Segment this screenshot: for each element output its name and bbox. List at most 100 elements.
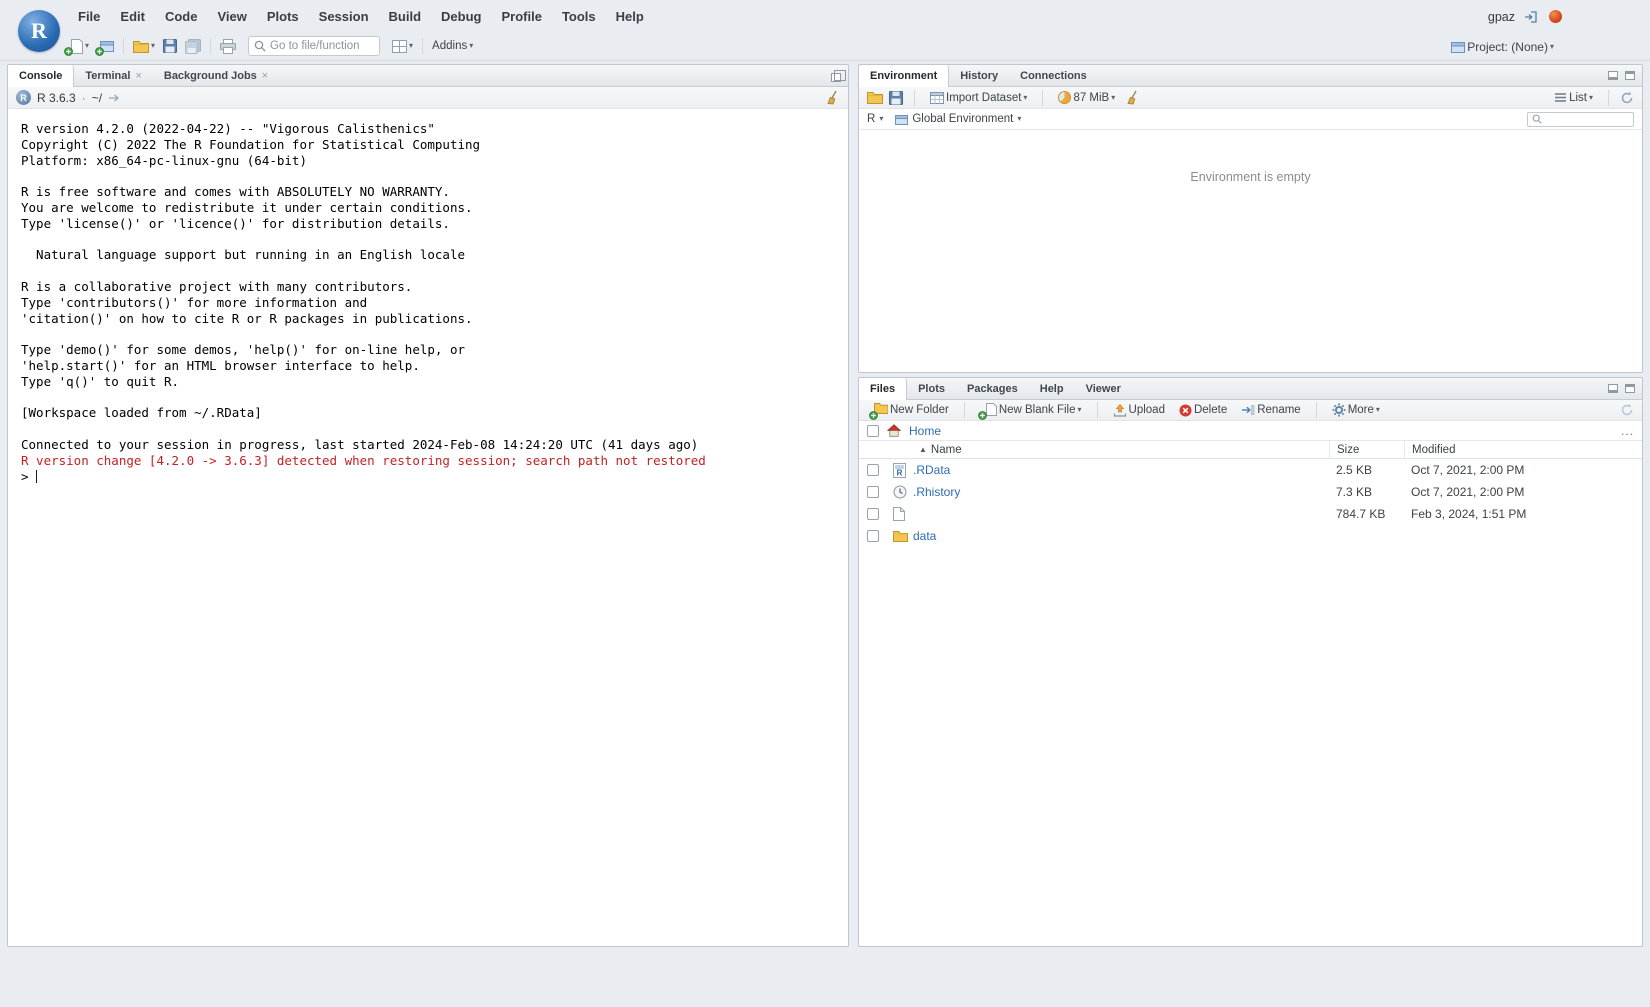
column-header-size[interactable]: Size bbox=[1329, 441, 1404, 458]
rename-button[interactable]: Rename bbox=[1237, 398, 1304, 422]
files-tab-files[interactable]: Files bbox=[859, 378, 907, 400]
row-checkbox[interactable] bbox=[867, 530, 879, 542]
new-project-icon bbox=[97, 39, 114, 54]
minimize-pane-icon[interactable] bbox=[1608, 71, 1618, 80]
column-header-modified[interactable]: Modified bbox=[1404, 441, 1642, 458]
save-button[interactable] bbox=[159, 34, 181, 58]
new-blank-file-button[interactable]: New Blank File ▾ bbox=[976, 398, 1086, 422]
file-name-link[interactable]: .RData bbox=[913, 463, 1329, 477]
print-button[interactable] bbox=[216, 34, 240, 58]
breadcrumb-home-link[interactable]: Home bbox=[909, 424, 941, 438]
close-icon[interactable]: × bbox=[262, 70, 268, 82]
new-folder-button[interactable]: New Folder bbox=[867, 398, 953, 422]
column-header-name[interactable]: ▲ Name bbox=[913, 444, 1329, 456]
file-modified: Oct 7, 2021, 2:00 PM bbox=[1404, 463, 1642, 477]
new-folder-label: New Folder bbox=[890, 404, 949, 416]
refresh-icon[interactable] bbox=[1620, 403, 1634, 417]
new-file-icon bbox=[66, 39, 83, 54]
refresh-icon[interactable] bbox=[1620, 91, 1634, 105]
select-all-checkbox[interactable] bbox=[867, 425, 879, 437]
chevron-down-icon: ▾ bbox=[1550, 43, 1554, 51]
save-workspace-icon[interactable] bbox=[889, 91, 903, 105]
maximize-pane-icon[interactable] bbox=[1625, 71, 1635, 80]
menu-build[interactable]: Build bbox=[379, 0, 432, 33]
environment-tab-environment[interactable]: Environment bbox=[859, 65, 949, 87]
tab-label: Connections bbox=[1020, 70, 1087, 82]
rename-icon bbox=[1241, 404, 1255, 416]
minimize-pane-icon[interactable] bbox=[1608, 384, 1618, 393]
menu-edit[interactable]: Edit bbox=[110, 0, 155, 33]
environment-empty-message: Environment is empty bbox=[859, 170, 1642, 184]
goto-file-input[interactable] bbox=[270, 40, 374, 52]
more-button[interactable]: More ▾ bbox=[1328, 398, 1384, 422]
menu-plots[interactable]: Plots bbox=[257, 0, 309, 33]
global-env-cube-icon bbox=[895, 113, 908, 125]
environment-selector[interactable]: Global Environment ▾ bbox=[895, 113, 1021, 125]
sign-out-icon[interactable] bbox=[1524, 10, 1540, 24]
clear-environment-icon[interactable] bbox=[1125, 90, 1140, 105]
open-file-button[interactable]: ▾ bbox=[129, 34, 159, 58]
delete-button[interactable]: Delete bbox=[1175, 398, 1231, 422]
console-prompt-line[interactable]: > bbox=[21, 469, 840, 485]
row-checkbox[interactable] bbox=[867, 486, 879, 498]
console-tab-terminal[interactable]: Terminal × bbox=[74, 65, 152, 86]
files-tab-plots[interactable]: Plots bbox=[907, 378, 956, 399]
rhistory-icon bbox=[893, 485, 913, 499]
console-prompt: > bbox=[21, 469, 29, 485]
import-dataset-button[interactable]: Import Dataset ▾ bbox=[926, 86, 1031, 110]
file-modified: Feb 3, 2024, 1:51 PM bbox=[1404, 507, 1642, 521]
tab-label: Viewer bbox=[1086, 383, 1121, 395]
menubar-right: gpaz bbox=[1488, 0, 1562, 33]
upload-button[interactable]: Upload bbox=[1109, 398, 1169, 422]
file-name-link[interactable]: data bbox=[913, 529, 1329, 543]
console-line: Type 'demo()' for some demos, 'help()' f… bbox=[21, 342, 840, 358]
menu-debug[interactable]: Debug bbox=[431, 0, 491, 33]
environment-tab-connections[interactable]: Connections bbox=[1009, 65, 1098, 86]
rstudio-logo: R bbox=[18, 10, 60, 52]
path-overflow-button[interactable]: ... bbox=[1621, 424, 1634, 438]
console-output[interactable]: R version 4.2.0 (2022-04-22) -- "Vigorou… bbox=[8, 109, 848, 946]
row-checkbox[interactable] bbox=[867, 464, 879, 476]
save-all-button[interactable] bbox=[181, 34, 205, 58]
dataset-table-icon bbox=[930, 92, 944, 104]
addins-button[interactable]: Addins ▾ bbox=[428, 34, 477, 58]
files-tab-help[interactable]: Help bbox=[1029, 378, 1075, 399]
new-project-button[interactable] bbox=[93, 34, 118, 58]
row-checkbox[interactable] bbox=[867, 508, 879, 520]
load-workspace-icon[interactable] bbox=[867, 91, 883, 104]
panes-grid-icon bbox=[392, 40, 407, 53]
menu-code[interactable]: Code bbox=[155, 0, 208, 33]
memory-usage-button[interactable]: 87 MiB ▾ bbox=[1054, 86, 1119, 110]
console-line: R is a collaborative project with many c… bbox=[21, 279, 840, 295]
maximize-pane-icon[interactable] bbox=[1625, 384, 1635, 393]
console-tab-console[interactable]: Console bbox=[8, 65, 74, 87]
project-selector[interactable]: Project: (None) ▾ bbox=[1447, 35, 1558, 59]
file-name-link[interactable]: .Rhistory bbox=[913, 485, 1329, 499]
maximize-pane-icon[interactable] bbox=[831, 73, 841, 82]
environment-tab-history[interactable]: History bbox=[949, 65, 1009, 86]
new-blank-file-icon bbox=[980, 403, 997, 418]
sort-ascending-icon: ▲ bbox=[919, 445, 927, 454]
menu-view[interactable]: View bbox=[207, 0, 256, 33]
clear-console-icon[interactable] bbox=[825, 90, 840, 105]
display-mode-button[interactable]: List ▾ bbox=[1550, 86, 1597, 110]
files-tab-packages[interactable]: Packages bbox=[956, 378, 1029, 399]
menu-profile[interactable]: Profile bbox=[491, 0, 551, 33]
language-selector[interactable]: R ▾ bbox=[867, 113, 883, 125]
menu-help[interactable]: Help bbox=[606, 0, 654, 33]
chevron-down-icon: ▾ bbox=[1376, 406, 1380, 414]
tab-label: Terminal bbox=[85, 70, 130, 82]
close-icon[interactable]: × bbox=[135, 70, 141, 82]
working-directory-label: ~/ bbox=[92, 91, 102, 105]
environment-search-input[interactable] bbox=[1545, 113, 1629, 125]
menu-file[interactable]: File bbox=[68, 0, 110, 33]
menu-session[interactable]: Session bbox=[309, 0, 379, 33]
menu-tools[interactable]: Tools bbox=[552, 0, 606, 33]
panes-layout-button[interactable]: ▾ bbox=[388, 34, 417, 58]
goto-directory-icon[interactable] bbox=[108, 93, 120, 103]
more-label: More bbox=[1348, 404, 1374, 416]
new-file-button[interactable]: ▾ bbox=[62, 34, 93, 58]
home-icon[interactable] bbox=[887, 424, 901, 437]
files-tab-viewer[interactable]: Viewer bbox=[1075, 378, 1132, 399]
console-tab-background-jobs[interactable]: Background Jobs× bbox=[153, 65, 279, 86]
